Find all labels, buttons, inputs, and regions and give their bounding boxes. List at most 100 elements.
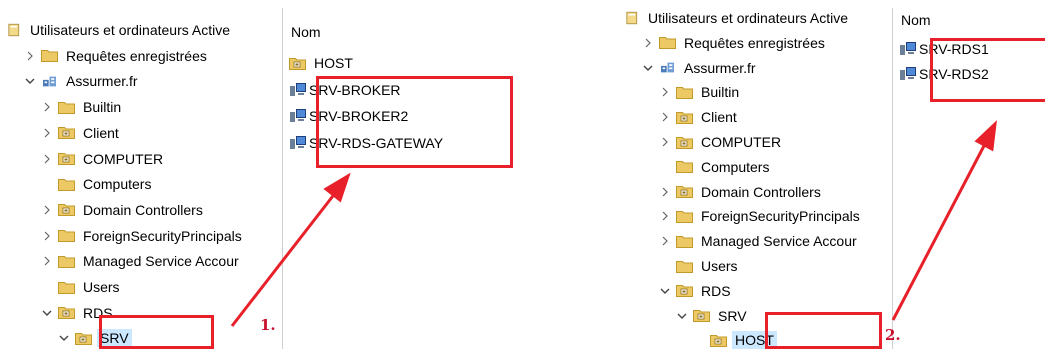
chevron-right-icon[interactable]	[658, 110, 672, 124]
column-header-nom[interactable]: Nom	[901, 12, 931, 28]
folder-icon	[58, 281, 83, 294]
tree-node-label: Utilisateurs et ordinateurs Active	[648, 10, 848, 26]
tree-node-label: Builtin	[701, 84, 740, 101]
tree-node[interactable]: SRV	[675, 304, 747, 328]
tree-node[interactable]: Domain Controllers	[658, 180, 821, 204]
step-label-2: 2.	[885, 326, 901, 344]
ou-folder-icon	[676, 111, 701, 124]
chevron-down-icon[interactable]	[40, 306, 54, 320]
folder-icon	[41, 49, 66, 63]
tree-node[interactable]: Client	[658, 105, 737, 129]
chevron-right-icon[interactable]	[40, 229, 54, 243]
chevron-placeholder	[692, 333, 706, 347]
computer-icon	[899, 41, 919, 57]
tree-node-label: Builtin	[83, 99, 122, 116]
tree-node-label: Domain Controllers	[83, 201, 203, 218]
computer-icon	[289, 108, 309, 124]
list-item-label: HOST	[314, 55, 353, 71]
domain-icon	[41, 75, 66, 88]
folder-icon	[58, 229, 83, 243]
ou-folder-icon	[676, 284, 701, 298]
ou-folder-icon	[58, 203, 83, 217]
tree-node-label: Computers	[83, 176, 152, 193]
highlight-box-list-right	[930, 38, 1045, 102]
tree-node[interactable]: RDS	[658, 279, 731, 303]
chevron-right-icon[interactable]	[40, 100, 54, 114]
tree-node[interactable]: Domain Controllers	[40, 198, 203, 222]
tree-node-label: ForeignSecurityPrincipals	[701, 208, 860, 225]
tree-node[interactable]: Managed Service Accour	[40, 249, 239, 273]
tree-node[interactable]: Computers	[40, 172, 151, 196]
ou-folder-icon	[58, 152, 83, 165]
tree-node-label: Requêtes enregistrées	[66, 47, 207, 64]
folder-icon	[659, 36, 684, 50]
tree-node-label: Users	[701, 258, 738, 274]
tree-node[interactable]: Builtin	[658, 80, 739, 104]
tree-node-label: Computers	[701, 158, 770, 175]
tree-node-label: ForeignSecurityPrincipals	[83, 227, 242, 244]
ou-folder-icon	[693, 309, 718, 323]
tree-node-label: RDS	[701, 282, 731, 299]
highlight-box-list-left	[316, 76, 513, 168]
tree-node[interactable]: Requêtes enregistrées	[641, 31, 825, 55]
chevron-right-icon[interactable]	[641, 36, 655, 50]
tree-node-label: Managed Service Accour	[83, 253, 239, 270]
console-icon	[626, 10, 648, 26]
tree-node[interactable]: Client	[40, 121, 119, 145]
tree-node-label: Domain Controllers	[701, 183, 821, 200]
computer-icon	[289, 82, 309, 98]
tree-node-label: Client	[701, 109, 737, 126]
tree-node[interactable]: Requêtes enregistrées	[23, 44, 207, 68]
tree-node-label: Client	[83, 124, 119, 141]
chevron-right-icon[interactable]	[658, 135, 672, 149]
chevron-right-icon[interactable]	[658, 185, 672, 199]
ou-folder-icon	[289, 57, 314, 70]
tree-node[interactable]: COMPUTER	[40, 147, 163, 171]
chevron-right-icon[interactable]	[40, 203, 54, 217]
tree-node[interactable]: COMPUTER	[658, 130, 781, 154]
step-label-1: 1.	[260, 316, 276, 334]
ou-folder-icon	[676, 136, 701, 149]
chevron-placeholder	[40, 177, 54, 191]
tree-node[interactable]: Utilisateurs et ordinateurs Active	[8, 18, 230, 42]
chevron-right-icon[interactable]	[40, 152, 54, 166]
chevron-right-icon[interactable]	[658, 85, 672, 99]
tree-node[interactable]: Users	[40, 275, 120, 299]
folder-icon	[676, 210, 701, 223]
chevron-right-icon[interactable]	[23, 49, 37, 63]
folder-icon	[676, 260, 701, 273]
chevron-right-icon[interactable]	[658, 209, 672, 223]
chevron-placeholder	[658, 259, 672, 273]
chevron-right-icon[interactable]	[658, 234, 672, 248]
tree-node-label: Users	[83, 279, 120, 295]
list-item[interactable]: HOST	[289, 52, 353, 74]
chevron-down-icon[interactable]	[675, 309, 689, 323]
tree-node[interactable]: Utilisateurs et ordinateurs Active	[626, 6, 848, 30]
tree-node-label: SRV	[718, 307, 747, 324]
tree-node[interactable]: ForeignSecurityPrincipals	[658, 204, 860, 228]
chevron-down-icon[interactable]	[57, 331, 71, 345]
folder-icon	[58, 255, 83, 268]
chevron-right-icon[interactable]	[40, 126, 54, 140]
chevron-right-icon[interactable]	[40, 254, 54, 268]
column-header-nom[interactable]: Nom	[291, 24, 321, 40]
computer-icon	[289, 135, 309, 151]
chevron-placeholder	[40, 280, 54, 294]
tree-node[interactable]: Managed Service Accour	[658, 229, 857, 253]
chevron-down-icon[interactable]	[658, 284, 672, 298]
console-icon	[8, 22, 30, 38]
tree-node-label: Assurmer.fr	[66, 73, 138, 90]
tree-node[interactable]: Users	[658, 254, 738, 278]
chevron-down-icon[interactable]	[23, 74, 37, 88]
tree-node[interactable]: Assurmer.fr	[23, 69, 138, 93]
chevron-down-icon[interactable]	[641, 61, 655, 75]
tree-node-label: Assurmer.fr	[684, 59, 756, 76]
tree-node[interactable]: Builtin	[40, 95, 121, 119]
tree-node[interactable]: Assurmer.fr	[641, 56, 756, 80]
tree-node[interactable]: Computers	[658, 155, 769, 179]
ou-folder-icon	[676, 185, 701, 199]
tree-node[interactable]: ForeignSecurityPrincipals	[40, 224, 242, 248]
tree-node-label: COMPUTER	[701, 134, 782, 150]
left-list-panel: Nom HOST SRV-BROKER SRV-BROKER2 SRV-RDS-GAT…	[283, 0, 468, 349]
highlight-box-host	[765, 312, 882, 349]
